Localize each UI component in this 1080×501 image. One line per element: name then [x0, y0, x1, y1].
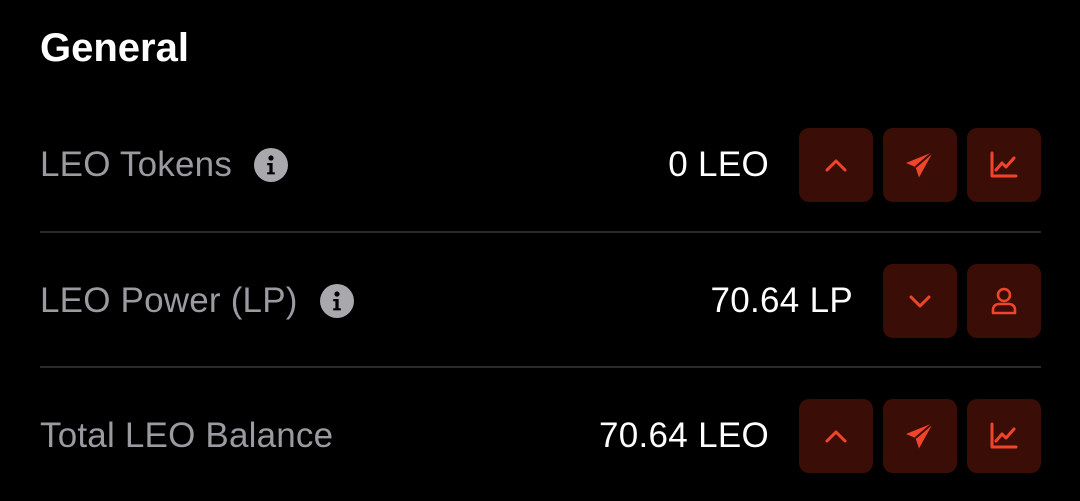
power-up-button[interactable]	[799, 128, 873, 202]
row-actions	[799, 399, 1041, 473]
row-value: 70.64 LEO	[598, 416, 769, 455]
row-divider	[40, 231, 1041, 233]
row-label-group: LEO Power (LP)	[40, 281, 710, 321]
balance-row-leo-power: LEO Power (LP) 70.64 LP	[40, 264, 1041, 338]
row-value: 70.64 LP	[710, 281, 853, 320]
row-label-group: Total LEO Balance	[40, 416, 599, 456]
send-button[interactable]	[883, 399, 957, 473]
row-label: LEO Power (LP)	[40, 281, 298, 320]
row-divider	[40, 366, 1041, 368]
row-value: 0 LEO	[668, 145, 769, 184]
send-icon	[906, 422, 934, 449]
send-button[interactable]	[883, 128, 957, 202]
row-label-group: LEO Tokens	[40, 145, 668, 185]
user-icon	[991, 287, 1017, 315]
section-title: General	[40, 26, 189, 70]
chevron-down-icon	[909, 295, 931, 308]
chevron-up-icon	[825, 430, 847, 443]
info-icon[interactable]	[254, 148, 289, 182]
balance-row-leo-tokens: LEO Tokens 0 LEO	[40, 128, 1041, 202]
row-actions	[883, 264, 1041, 338]
row-label: LEO Tokens	[40, 145, 233, 184]
send-icon	[906, 151, 934, 178]
delegate-button[interactable]	[967, 264, 1041, 338]
chart-icon	[990, 422, 1018, 449]
info-icon[interactable]	[319, 284, 354, 318]
row-actions	[799, 128, 1041, 202]
row-label: Total LEO Balance	[40, 416, 334, 455]
power-up-button[interactable]	[799, 399, 873, 473]
chart-icon	[990, 151, 1018, 178]
power-down-button[interactable]	[883, 264, 957, 338]
chevron-up-icon	[825, 159, 847, 172]
chart-button[interactable]	[967, 128, 1041, 202]
balance-row-total: Total LEO Balance 70.64 LEO	[40, 399, 1041, 473]
chart-button[interactable]	[967, 399, 1041, 473]
